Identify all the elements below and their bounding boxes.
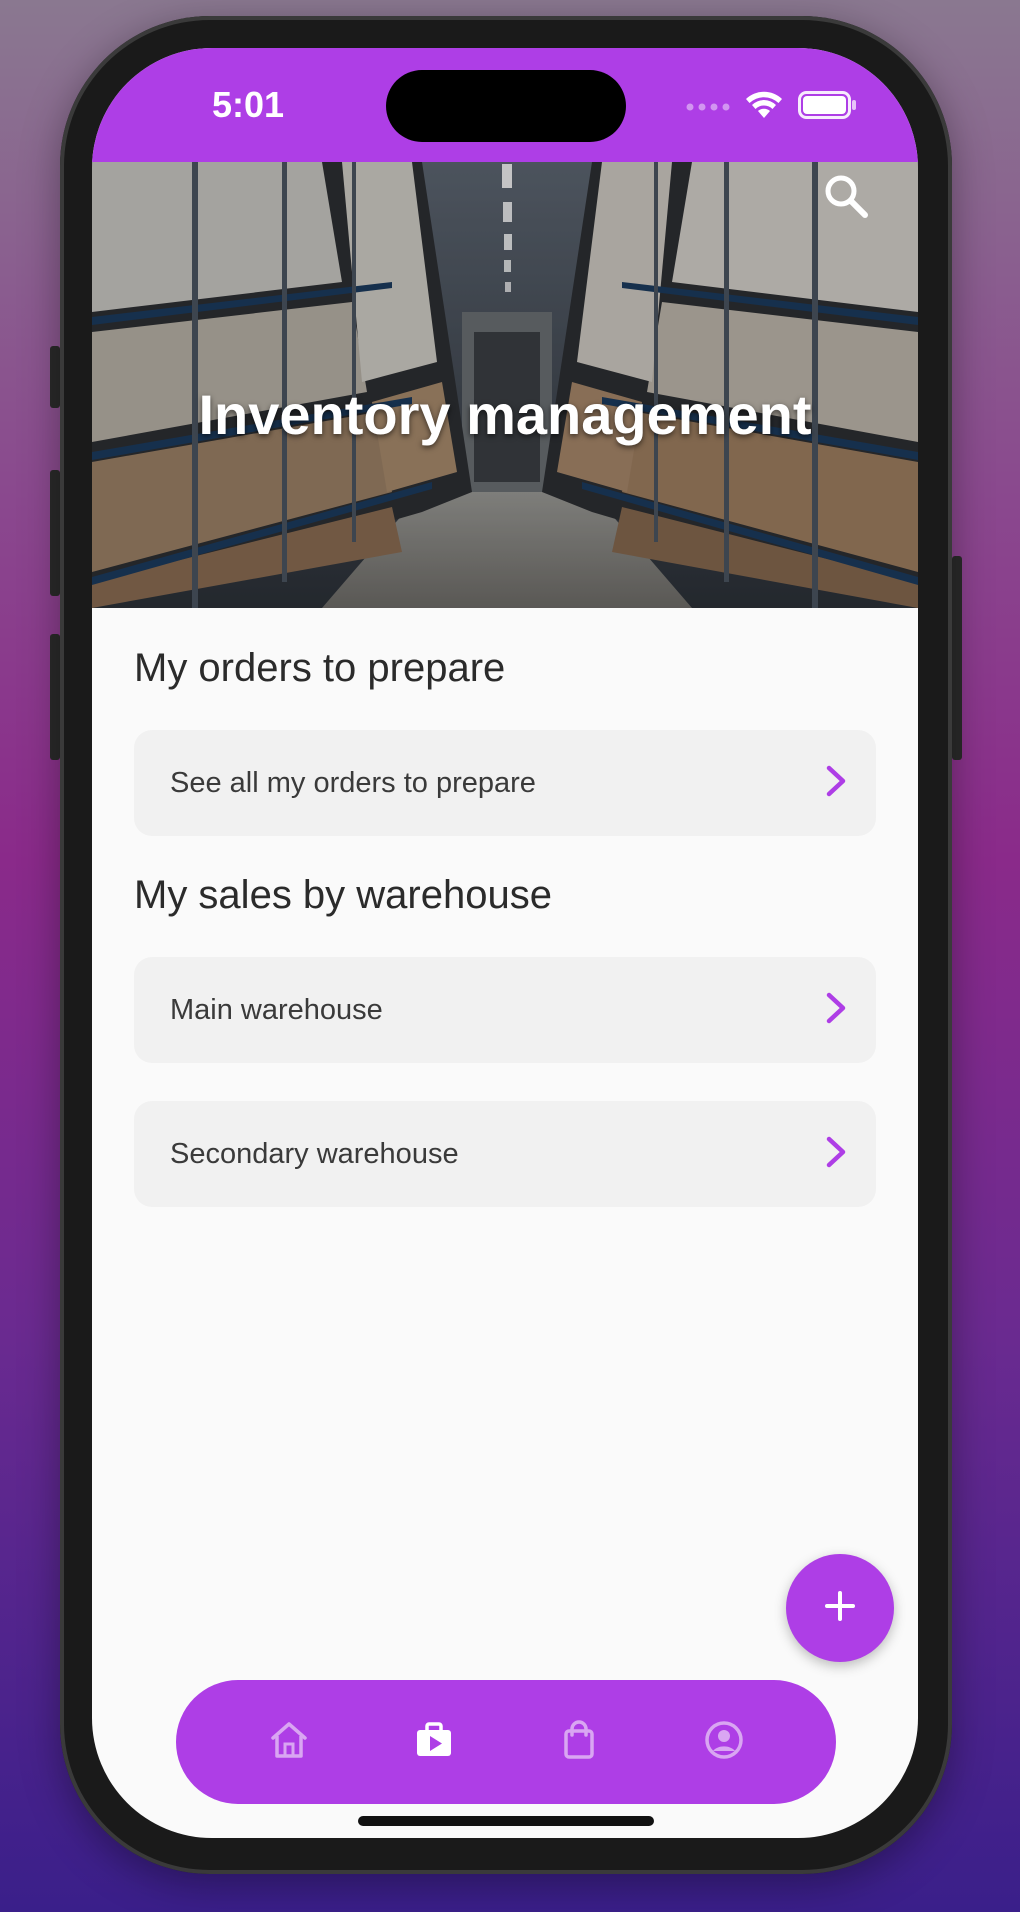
list-item-secondary-warehouse[interactable]: Secondary warehouse [134,1101,876,1207]
page-title: Inventory management [198,383,812,446]
nav-item-inventory[interactable] [394,1702,474,1782]
chevron-right-icon [824,764,848,803]
list-item-main-warehouse[interactable]: Main warehouse [134,957,876,1063]
volume-down-button [50,634,60,760]
shopping-bag-icon [557,1718,601,1767]
list-item-label: Main warehouse [170,993,383,1026]
plus-icon [823,1589,857,1628]
status-icons [686,90,858,125]
app-screen: 5:01 Inventory management My orders to p… [92,48,918,1838]
add-button[interactable] [786,1554,894,1662]
search-button[interactable] [816,168,876,228]
search-icon [823,173,869,224]
list-item-label: See all my orders to prepare [170,766,536,799]
section-title-sales: My sales by warehouse [134,873,552,917]
profile-icon [702,1718,746,1767]
power-button [952,556,962,760]
nav-item-profile[interactable] [684,1702,764,1782]
volume-up-button [50,470,60,596]
hero-banner: Inventory management [92,162,918,608]
wifi-icon [744,90,784,125]
chevron-right-icon [824,991,848,1030]
list-item-orders-to-prepare[interactable]: See all my orders to prepare [134,730,876,836]
signal-dots-icon [686,99,730,117]
nav-item-home[interactable] [249,1702,329,1782]
bottom-navigation [176,1680,836,1804]
status-time: 5:01 [212,84,285,125]
dynamic-island [386,70,626,142]
nav-item-shopping[interactable] [539,1702,619,1782]
action-button [50,346,60,408]
battery-icon [798,91,858,124]
home-indicator [358,1816,654,1826]
home-icon [267,1718,311,1767]
briefcase-icon [412,1718,456,1767]
chevron-right-icon [824,1135,848,1174]
status-bar: 5:01 [92,48,918,162]
section-title-orders: My orders to prepare [134,646,506,690]
list-item-label: Secondary warehouse [170,1137,459,1170]
